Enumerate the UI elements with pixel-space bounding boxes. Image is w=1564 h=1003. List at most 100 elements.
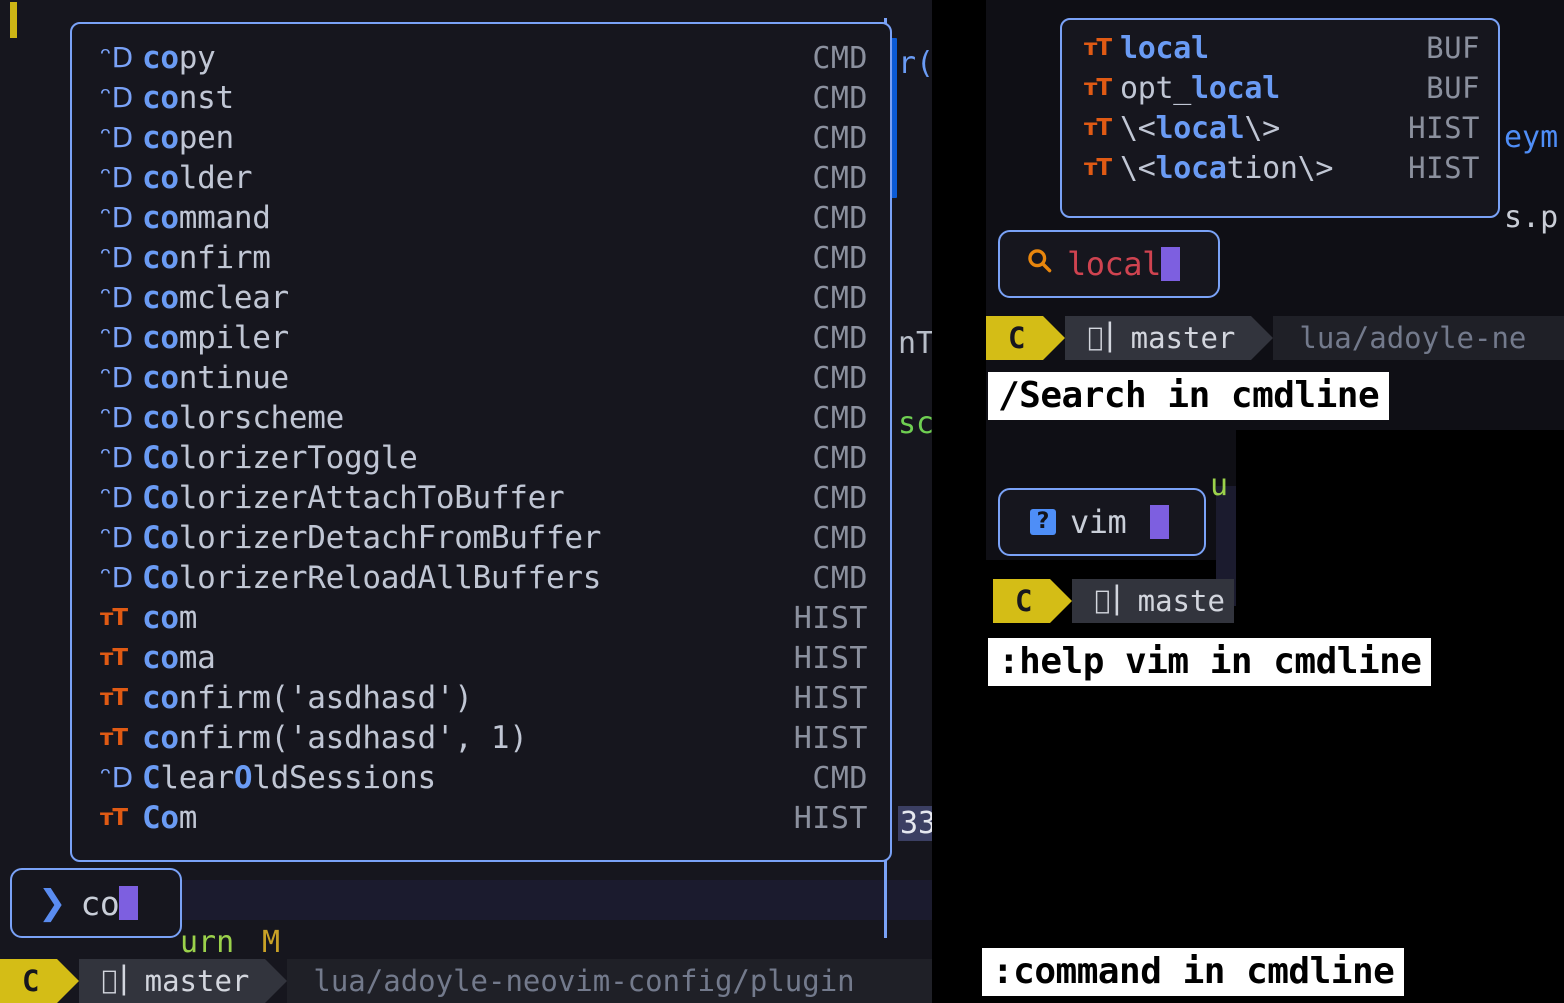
statusline-branch[interactable]: ⎮ master <box>79 959 266 1003</box>
completion-item[interactable]: ᵔD compiler CMD <box>72 318 890 358</box>
vim-cmd-icon: ᵔD <box>100 481 134 514</box>
completion-item-label: ColorizerDetachFromBuffer <box>142 520 602 556</box>
help-prompt[interactable]: ? vim <box>998 488 1206 556</box>
cmdline-completion-menu[interactable]: ᵔD copy CMD ᵔD const CMD ᵔD copen CMD ᵔD colder CMD… <box>70 22 892 862</box>
statusline-main: C ⎮ master lua/adoyle-neovim-config/plu… <box>0 959 932 1003</box>
completion-item-kind: HIST <box>793 640 868 676</box>
history-text-icon: ᴛT <box>100 804 128 831</box>
statusline-right-bottom: C ⎮ maste <box>993 579 1234 623</box>
completion-item-kind: CMD <box>812 160 868 196</box>
vim-cmd-icon: ᵔD <box>100 321 134 354</box>
git-branch-icon: ⎮ <box>1087 323 1116 353</box>
vim-cmd-icon: ᵔD <box>100 41 134 74</box>
completion-item[interactable]: ᵔD ColorizerAttachToBuffer CMD <box>72 478 890 518</box>
completion-item-kind: HIST <box>793 720 868 756</box>
statusline-branch[interactable]: ⎮ maste <box>1072 579 1234 623</box>
help-input[interactable]: vim <box>1070 503 1127 541</box>
search-completion-item-kind: BUF <box>1426 31 1480 65</box>
completion-item[interactable]: ᵔD confirm CMD <box>72 238 890 278</box>
completion-item-label: colorscheme <box>142 400 345 436</box>
completion-item[interactable]: ᵔD ColorizerToggle CMD <box>72 438 890 478</box>
completion-item-kind: CMD <box>812 560 868 596</box>
completion-item-label: command <box>142 200 271 236</box>
completion-item-label: comclear <box>142 280 289 316</box>
history-text-icon: ᴛT <box>100 684 128 711</box>
magnifier-icon <box>1026 247 1053 282</box>
statusline-right-top: C ⎮ master lua/adoyle-ne <box>986 316 1564 360</box>
git-branch-icon: ⎮ <box>101 966 130 996</box>
cmdline-highlight-strip <box>178 880 932 920</box>
history-text-icon: ᴛT <box>1084 74 1112 101</box>
bg-fragment-r-paren: r( <box>898 46 935 81</box>
completion-item[interactable]: ᵔD ColorizerReloadAllBuffers CMD <box>72 558 890 598</box>
completion-item-label: colder <box>142 160 253 196</box>
search-completion-item[interactable]: ᴛT \<local\> HIST <box>1062 108 1498 148</box>
search-completion-item[interactable]: ᴛT opt_local BUF <box>1062 68 1498 108</box>
completion-item[interactable]: ᴛT coma HIST <box>72 638 890 678</box>
completion-item-kind: CMD <box>812 520 868 556</box>
completion-item-label: confirm('asdhasd') <box>142 680 473 716</box>
command-line-input[interactable]: co <box>81 884 120 923</box>
search-input[interactable]: local <box>1067 245 1161 283</box>
search-completion-menu[interactable]: ᴛT local BUF ᴛT opt_local BUF ᴛT \<local\> HIST ᴛ… <box>1060 18 1500 218</box>
completion-item[interactable]: ᵔD copen CMD <box>72 118 890 158</box>
command-line-prompt[interactable]: ❯ co <box>10 868 182 938</box>
vim-cmd-icon: ᵔD <box>100 521 134 554</box>
vim-cmd-icon: ᵔD <box>100 201 134 234</box>
vim-cmd-icon: ᵔD <box>100 281 134 314</box>
completion-item-kind: CMD <box>812 760 868 796</box>
history-text-icon: ᴛT <box>1084 34 1112 61</box>
completion-item-label: copy <box>142 40 216 76</box>
history-text-icon: ᴛT <box>100 724 128 751</box>
completion-item[interactable]: ᴛT Com HIST <box>72 798 890 838</box>
completion-item-label: continue <box>142 360 289 396</box>
completion-item-kind: CMD <box>812 80 868 116</box>
statusline-branch-arrow <box>265 959 288 1003</box>
statusline-mode: C <box>986 316 1044 360</box>
history-text-icon: ᴛT <box>1084 154 1112 181</box>
statusline-branch-label: maste <box>1122 584 1225 618</box>
search-completion-item[interactable]: ᴛT \<location\> HIST <box>1062 148 1498 188</box>
search-completion-item-label: local <box>1120 30 1209 66</box>
completion-item[interactable]: ᴛT confirm('asdhasd') HIST <box>72 678 890 718</box>
text-cursor <box>1150 505 1170 539</box>
completion-item-kind: CMD <box>812 440 868 476</box>
completion-item[interactable]: ᵔD ColorizerDetachFromBuffer CMD <box>72 518 890 558</box>
completion-item[interactable]: ᵔD const CMD <box>72 78 890 118</box>
search-prompt[interactable]: local <box>998 230 1220 298</box>
completion-item[interactable]: ᵔD continue CMD <box>72 358 890 398</box>
completion-item[interactable]: ᵔD colder CMD <box>72 158 890 198</box>
completion-item-label: confirm('asdhasd', 1) <box>142 720 528 756</box>
editor-pane-left: r( nT sc 33 urn M ᵔD copy CMD ᵔD const CMD ᵔD c… <box>0 0 939 1003</box>
completion-item[interactable]: ᵔD colorscheme CMD <box>72 398 890 438</box>
completion-item[interactable]: ᴛT com HIST <box>72 598 890 638</box>
completion-item-label: ColorizerAttachToBuffer <box>142 480 565 516</box>
statusline-branch[interactable]: ⎮ master <box>1065 316 1252 360</box>
completion-item-label: confirm <box>142 240 271 276</box>
statusline-mode-arrow <box>1043 316 1066 360</box>
caption-command: :command in cmdline <box>982 948 1405 996</box>
completion-item-label: Com <box>142 800 198 836</box>
statusline-mode: C <box>993 579 1051 623</box>
completion-item-kind: CMD <box>812 480 868 516</box>
completion-item[interactable]: ᵔD copy CMD <box>72 38 890 78</box>
statusline-file: lua/adoyle-neovim-config/plugin <box>287 959 932 1003</box>
completion-item[interactable]: ᵔD command CMD <box>72 198 890 238</box>
search-completion-item[interactable]: ᴛT local BUF <box>1062 28 1498 68</box>
completion-item[interactable]: ᵔD comclear CMD <box>72 278 890 318</box>
chevron-right-icon: ❯ <box>38 883 67 923</box>
vim-cmd-icon: ᵔD <box>100 361 134 394</box>
completion-item-label: com <box>142 600 198 636</box>
vim-cmd-icon: ᵔD <box>100 761 134 794</box>
completion-item[interactable]: ᴛT confirm('asdhasd', 1) HIST <box>72 718 890 758</box>
completion-item[interactable]: ᵔD ClearOldSessions CMD <box>72 758 890 798</box>
search-completion-item-label: \<location\> <box>1120 150 1334 186</box>
completion-item-kind: CMD <box>812 400 868 436</box>
completion-item-label: ColorizerReloadAllBuffers <box>142 560 602 596</box>
completion-item-kind: HIST <box>793 600 868 636</box>
question-badge-icon: ? <box>1030 509 1056 535</box>
text-cursor <box>1160 247 1180 281</box>
vim-cmd-icon: ᵔD <box>100 401 134 434</box>
history-text-icon: ᴛT <box>100 644 128 671</box>
completion-item-label: const <box>142 80 234 116</box>
